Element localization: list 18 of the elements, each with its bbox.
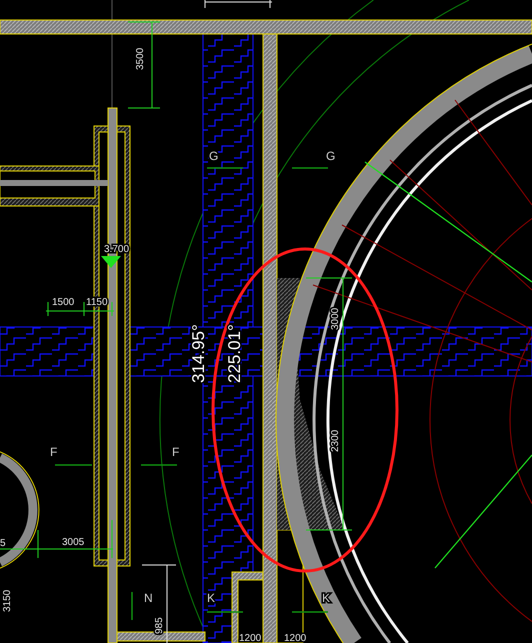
section-label: F	[172, 445, 180, 459]
angle-label: 225.01°	[225, 324, 244, 383]
section-label: K	[207, 591, 216, 605]
dimension-label: 3005	[62, 537, 84, 548]
dimension-label: 1200	[239, 633, 262, 643]
elevation-marker-icon	[101, 256, 121, 268]
section-label: G	[326, 149, 336, 163]
section-label: N	[144, 591, 153, 605]
section-label: F	[50, 445, 58, 459]
dimension-label: 1500	[52, 297, 74, 308]
section-label: K	[322, 591, 330, 605]
dimension-label: 3000	[330, 308, 341, 330]
dimension-label: 985	[154, 617, 165, 634]
dimension-label: 2300	[330, 430, 341, 452]
angle-label: 314.95°	[189, 324, 208, 383]
dimension-label: 3150	[2, 590, 13, 612]
dimension-label: 3500	[135, 48, 146, 70]
dimension-label: 5	[0, 538, 6, 549]
